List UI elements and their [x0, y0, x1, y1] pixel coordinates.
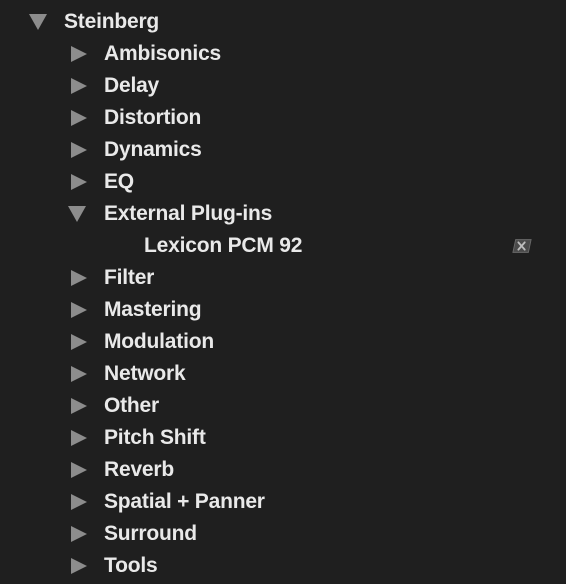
tree-item-label: Filter: [104, 266, 155, 289]
external-plugin-icon: [512, 238, 532, 254]
expand-triangle-icon[interactable]: [68, 331, 90, 353]
tree-item-label: External Plug-ins: [104, 202, 273, 225]
expand-triangle-icon[interactable]: [68, 139, 90, 161]
expand-triangle-icon[interactable]: [68, 363, 90, 385]
tree-item-label: Surround: [104, 522, 197, 545]
tree-item-modulation[interactable]: Modulation: [0, 326, 566, 358]
tree-item-mastering[interactable]: Mastering: [0, 294, 566, 326]
tree-item-eq[interactable]: EQ: [0, 166, 566, 198]
expand-triangle-icon[interactable]: [68, 267, 90, 289]
tree-item-label: EQ: [104, 170, 134, 193]
tree-root-label: Steinberg: [64, 10, 160, 33]
expand-triangle-icon[interactable]: [68, 107, 90, 129]
tree-item-filter[interactable]: Filter: [0, 262, 566, 294]
expand-triangle-icon[interactable]: [68, 299, 90, 321]
expand-triangle-icon[interactable]: [68, 491, 90, 513]
tree-item-label: Delay: [104, 74, 160, 97]
tree-item-spatial-panner[interactable]: Spatial + Panner: [0, 486, 566, 518]
tree-item-external-plug-ins[interactable]: External Plug-ins: [0, 198, 566, 230]
tree-item-label: Ambisonics: [104, 42, 222, 65]
tree-item-delay[interactable]: Delay: [0, 70, 566, 102]
tree-item-label: Modulation: [104, 330, 214, 353]
tree-item-label: Dynamics: [104, 138, 202, 161]
plugin-item-lexicon-pcm-92[interactable]: Lexicon PCM 92: [0, 230, 566, 262]
expand-triangle-icon[interactable]: [68, 75, 90, 97]
expand-triangle-icon[interactable]: [68, 43, 90, 65]
tree-item-other[interactable]: Other: [0, 390, 566, 422]
tree-item-label: Spatial + Panner: [104, 490, 265, 513]
tree-item-dynamics[interactable]: Dynamics: [0, 134, 566, 166]
tree-item-network[interactable]: Network: [0, 358, 566, 390]
tree-item-tools[interactable]: Tools: [0, 550, 566, 582]
expand-triangle-icon[interactable]: [68, 459, 90, 481]
tree-item-label: Distortion: [104, 106, 202, 129]
tree-root-steinberg[interactable]: Steinberg: [0, 6, 566, 38]
expand-triangle-icon[interactable]: [68, 427, 90, 449]
expand-triangle-icon[interactable]: [68, 523, 90, 545]
tree-item-reverb[interactable]: Reverb: [0, 454, 566, 486]
plugin-tree: Steinberg Ambisonics Delay Distortion Dy…: [0, 0, 566, 584]
collapse-triangle-icon[interactable]: [66, 203, 88, 225]
tree-item-label: Reverb: [104, 458, 175, 481]
tree-item-label: Tools: [104, 554, 158, 577]
tree-item-label: Mastering: [104, 298, 202, 321]
expand-triangle-icon[interactable]: [68, 171, 90, 193]
expand-triangle-icon[interactable]: [68, 395, 90, 417]
collapse-triangle-icon[interactable]: [27, 11, 49, 33]
tree-item-surround[interactable]: Surround: [0, 518, 566, 550]
expand-triangle-icon[interactable]: [68, 555, 90, 577]
tree-item-label: Network: [104, 362, 186, 385]
plugin-item-label: Lexicon PCM 92: [144, 234, 303, 257]
tree-item-distortion[interactable]: Distortion: [0, 102, 566, 134]
tree-item-label: Pitch Shift: [104, 426, 206, 449]
tree-item-pitch-shift[interactable]: Pitch Shift: [0, 422, 566, 454]
tree-item-label: Other: [104, 394, 160, 417]
tree-item-ambisonics[interactable]: Ambisonics: [0, 38, 566, 70]
